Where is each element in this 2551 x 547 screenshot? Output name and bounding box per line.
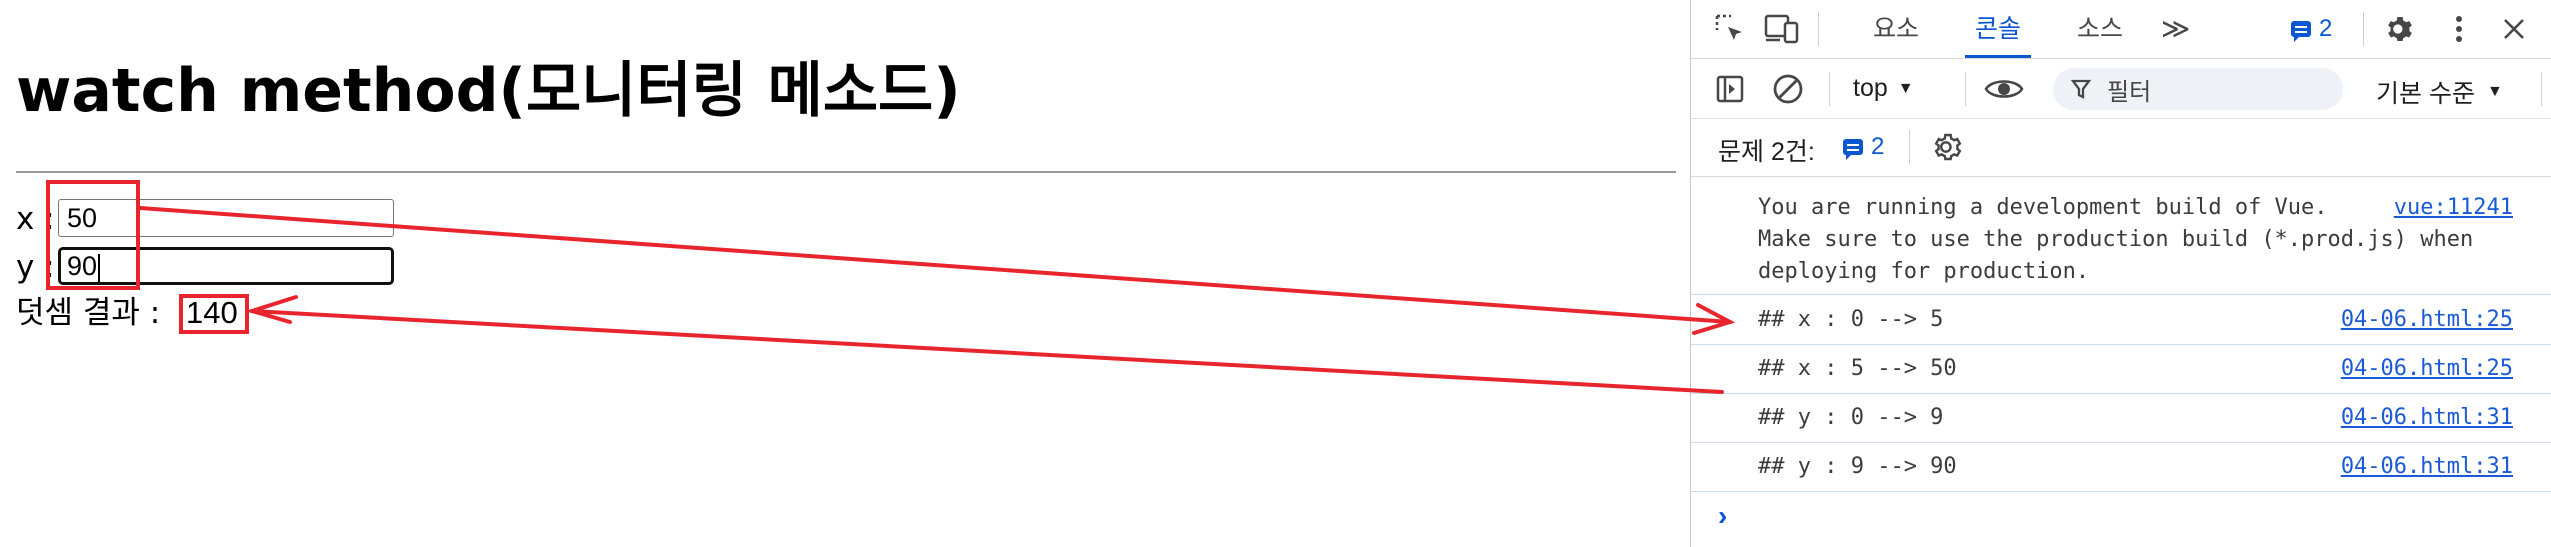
devtools-panel: 요소 콘솔 소스 ≫ 2 top ▼ 필터 기본 수준 ▼ 문제 2건: 2 Y… — [1690, 0, 2551, 547]
horizontal-rule — [16, 171, 1676, 173]
console-message-source[interactable]: 04-06.html:31 — [2341, 451, 2513, 483]
clear-console-icon[interactable] — [1771, 72, 1805, 106]
issues-count-link[interactable]: 2 — [1843, 133, 1884, 161]
console-message: ## y : 9 --> 90 04-06.html:31 — [1691, 443, 2551, 492]
filter-funnel-icon — [2071, 78, 2091, 100]
toolbar-divider — [2541, 72, 2542, 106]
tab-console[interactable]: 콘솔 — [1964, 0, 2032, 58]
kebab-menu-icon[interactable] — [2449, 12, 2469, 46]
eye-icon[interactable] — [1981, 72, 2027, 106]
issues-badge-count: 2 — [2319, 15, 2333, 42]
log-level-value: 기본 수준 — [2376, 80, 2475, 108]
filter-placeholder: 필터 — [2107, 78, 2152, 106]
console-message: You are running a development build of V… — [1691, 186, 2551, 295]
issues-badge-icon — [2291, 21, 2311, 42]
toolbar-divider — [1818, 12, 1819, 46]
console-message-text: ## y : 9 --> 90 — [1758, 454, 1957, 479]
console-prompt[interactable]: › — [1718, 500, 1727, 532]
context-selector[interactable]: top ▼ — [1853, 74, 1914, 103]
device-toolbar-icon[interactable] — [1763, 13, 1801, 45]
toolbar-divider — [1965, 72, 1966, 106]
annotation-box-inputs — [46, 180, 140, 290]
console-message: ## x : 5 --> 50 04-06.html:25 — [1691, 345, 2551, 394]
page-heading: watch method(모니터링 메소드) — [16, 56, 961, 126]
console-message-source[interactable]: 04-06.html:31 — [2341, 402, 2513, 434]
issues-label: 문제 2건: — [1718, 138, 1815, 166]
toolbar-divider — [1909, 130, 1910, 164]
tab-sources[interactable]: 소스 — [2077, 0, 2123, 58]
console-message-text: ## x : 0 --> 5 — [1758, 307, 1944, 332]
rendered-page: watch method(모니터링 메소드) x : 50 y : 90 덧셈 … — [0, 0, 1688, 547]
annotation-box-sum — [179, 294, 249, 334]
settings-gear-icon[interactable] — [2383, 12, 2417, 46]
console-message-source[interactable]: 04-06.html:25 — [2341, 353, 2513, 385]
toolbar-divider — [1829, 72, 1830, 106]
tab-elements[interactable]: 요소 — [1873, 0, 1919, 58]
close-icon[interactable] — [2497, 12, 2531, 46]
context-selector-value: top — [1853, 74, 1888, 102]
issues-count: 2 — [1871, 133, 1885, 160]
console-message-source[interactable]: vue:11241 — [2394, 192, 2513, 224]
console-message-text: ## y : 0 --> 9 — [1758, 405, 1944, 430]
settings-gear-icon[interactable] — [1931, 130, 1965, 164]
more-tabs-icon[interactable]: ≫ — [2161, 0, 2190, 58]
console-message-text: ## x : 5 --> 50 — [1758, 356, 1957, 381]
console-message: ## x : 0 --> 5 04-06.html:25 — [1691, 296, 2551, 345]
console-message-text: You are running a development build of V… — [1758, 195, 2474, 284]
sidebar-toggle-icon[interactable] — [1713, 72, 1747, 106]
issues-bar: 문제 2건: 2 — [1691, 118, 2551, 177]
console-message-source[interactable]: 04-06.html:25 — [2341, 304, 2513, 336]
devtools-tabbar: 요소 콘솔 소스 ≫ 2 — [1691, 0, 2551, 59]
console-message: ## y : 0 --> 9 04-06.html:31 — [1691, 394, 2551, 443]
chevron-down-icon: ▼ — [1897, 79, 1914, 97]
toolbar-divider — [2363, 12, 2364, 46]
issues-badge[interactable]: 2 — [2291, 15, 2332, 43]
log-level-selector[interactable]: 기본 수준 ▼ — [2376, 74, 2503, 110]
filter-input[interactable]: 필터 — [2053, 68, 2343, 110]
inspect-icon[interactable] — [1713, 13, 1747, 45]
chevron-down-icon: ▼ — [2486, 83, 2503, 100]
sum-label: 덧셈 결과 : — [16, 295, 161, 331]
sum-row: 덧셈 결과 : — [16, 293, 160, 333]
issues-badge-icon — [1843, 139, 1863, 160]
console-toolbar: top ▼ 필터 기본 수준 ▼ — [1691, 60, 2551, 119]
